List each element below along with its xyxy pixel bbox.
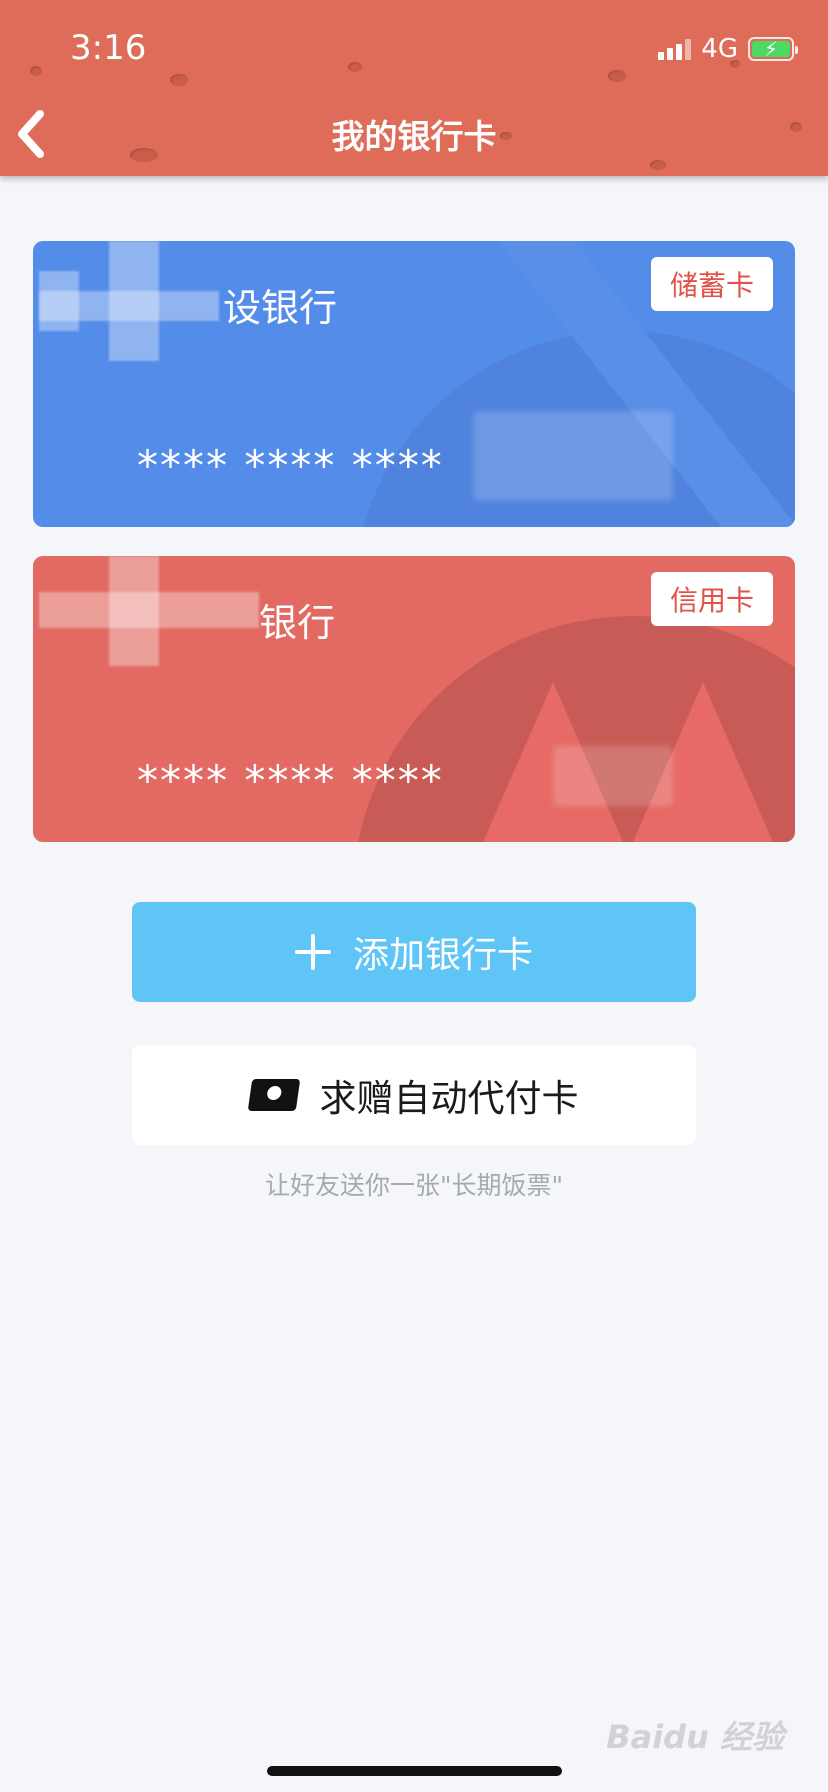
privacy-blur — [553, 746, 673, 806]
bank-name: 设银行 — [223, 286, 338, 330]
texture-dot — [348, 62, 362, 72]
home-indicator[interactable] — [267, 1766, 562, 1776]
gift-hint-text: 让好友送你一张"长期饭票" — [265, 1171, 563, 1200]
bank-card-credit[interactable]: 银行 信用卡 **** **** **** — [33, 556, 795, 842]
plus-icon — [294, 934, 331, 970]
privacy-blur — [473, 411, 673, 501]
texture-dot — [650, 160, 666, 170]
texture-dot — [608, 70, 626, 82]
battery-charging-icon: ⚡ — [748, 37, 798, 61]
signal-icon — [658, 38, 692, 60]
network-type: 4G — [701, 34, 738, 64]
card-number: **** **** **** — [137, 441, 444, 490]
texture-dot — [170, 74, 188, 86]
request-autopay-card-button[interactable]: 求赠自动代付卡 — [132, 1045, 696, 1145]
card-icon — [247, 1079, 300, 1111]
add-bank-card-label: 添加银行卡 — [352, 935, 533, 976]
bank-name: 银行 — [259, 601, 336, 645]
status-icons: 4G ⚡ — [658, 34, 798, 64]
card-type-tag: 储蓄卡 — [651, 257, 773, 311]
bank-logo-blurred — [39, 241, 239, 361]
watermark: Baidu 经验 — [606, 1718, 784, 1756]
status-time: 3:16 — [70, 28, 147, 68]
texture-dot — [30, 66, 42, 76]
request-autopay-card-label: 求赠自动代付卡 — [319, 1077, 579, 1120]
bank-logo-blurred — [39, 556, 259, 676]
card-number: **** **** **** — [137, 756, 444, 805]
nav-header: 3:16 4G ⚡ 我的银行卡 — [0, 0, 828, 176]
bank-card-debit[interactable]: 设银行 储蓄卡 **** **** **** — [33, 241, 795, 527]
page-title: 我的银行卡 — [331, 117, 497, 156]
add-bank-card-button[interactable]: 添加银行卡 — [132, 902, 696, 1002]
card-type-tag: 信用卡 — [651, 572, 773, 626]
